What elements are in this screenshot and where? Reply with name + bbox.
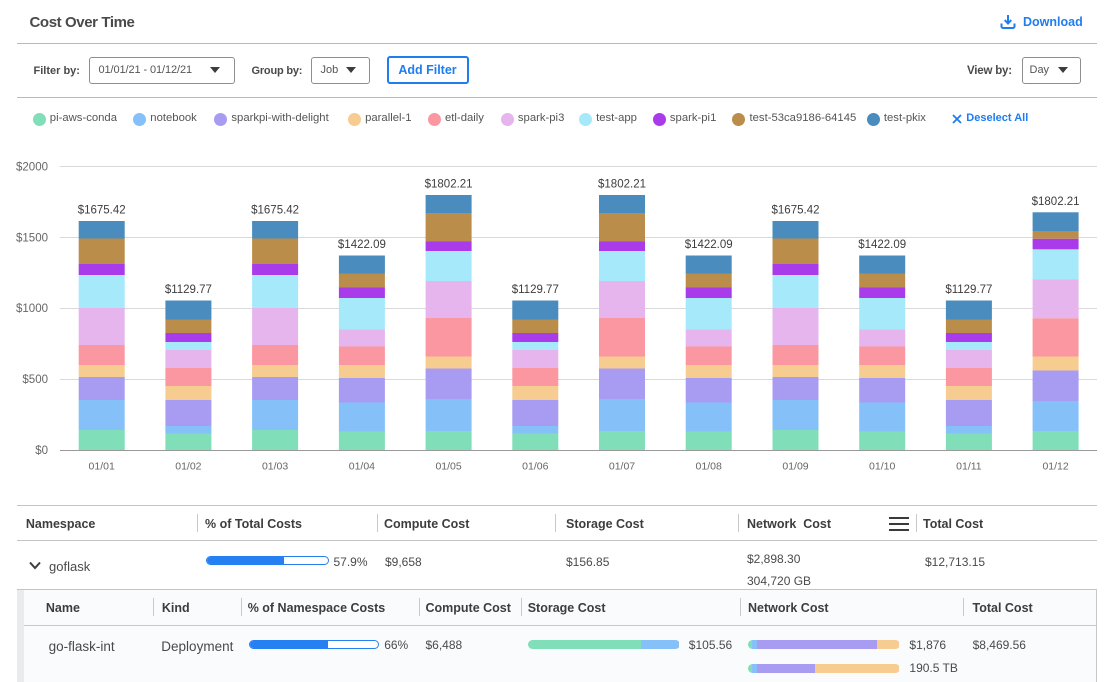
svg-text:$1675.42: $1675.42 (78, 205, 126, 217)
svg-text:01/04: 01/04 (349, 461, 375, 473)
svg-text:$1675.42: $1675.42 (251, 205, 299, 217)
svg-text:$2000: $2000 (16, 161, 48, 173)
svg-text:$500: $500 (22, 374, 48, 386)
svg-text:01/10: 01/10 (869, 461, 895, 473)
svg-text:$1422.09: $1422.09 (338, 239, 386, 251)
svg-text:$1802.21: $1802.21 (425, 179, 473, 191)
svg-text:01/01: 01/01 (89, 461, 115, 473)
svg-text:$1129.77: $1129.77 (512, 284, 559, 296)
svg-text:$1422.09: $1422.09 (685, 239, 733, 251)
svg-text:01/12: 01/12 (1042, 461, 1068, 473)
svg-text:01/07: 01/07 (609, 461, 635, 473)
svg-text:$1000: $1000 (16, 303, 48, 315)
svg-text:$1802.21: $1802.21 (1032, 196, 1080, 208)
svg-text:$1422.09: $1422.09 (858, 239, 906, 251)
svg-text:01/02: 01/02 (175, 461, 201, 473)
svg-text:$1802.21: $1802.21 (598, 179, 646, 191)
svg-text:01/09: 01/09 (782, 461, 808, 473)
svg-text:01/03: 01/03 (262, 461, 288, 473)
svg-text:$0: $0 (35, 445, 48, 457)
svg-text:$1675.42: $1675.42 (772, 205, 820, 217)
svg-text:01/11: 01/11 (956, 461, 982, 473)
svg-text:01/06: 01/06 (522, 461, 548, 473)
svg-text:$1129.77: $1129.77 (165, 284, 212, 296)
svg-text:$1129.77: $1129.77 (945, 284, 992, 296)
svg-text:01/05: 01/05 (435, 461, 461, 473)
svg-text:$1500: $1500 (16, 232, 48, 244)
svg-text:01/08: 01/08 (696, 461, 722, 473)
